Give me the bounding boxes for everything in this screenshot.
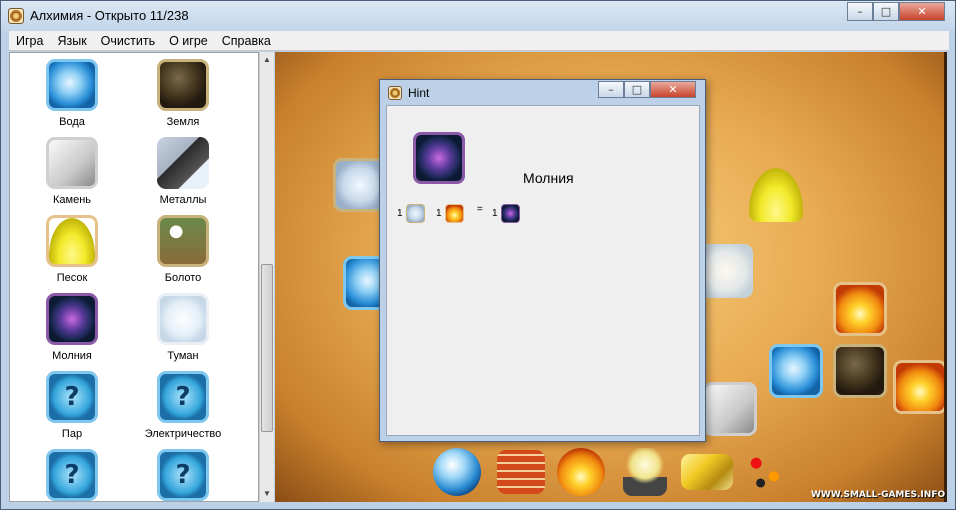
lightning-icon [413, 132, 465, 184]
hint-close-button[interactable]: ✕ [650, 81, 696, 98]
hint-app-icon [388, 86, 402, 100]
sidebar-element[interactable] [128, 443, 238, 501]
earth-icon [157, 59, 209, 111]
sidebar-element[interactable]: Вода [17, 53, 127, 131]
scroll-up-arrow-icon[interactable]: ▲ [260, 52, 274, 68]
sidebar-element[interactable]: Пар [17, 365, 127, 443]
menu-game[interactable]: Игра [9, 31, 50, 50]
ingredient-count: 1 [436, 208, 442, 219]
unknown-question-icon [157, 449, 209, 501]
app-window: Алхимия - Открыто 11/238 – □ ✕ Игра Язык… [0, 0, 956, 510]
element-label: Камень [52, 194, 91, 206]
unknown-question-icon [46, 371, 98, 423]
air-icon [405, 204, 425, 223]
menu-bar: Игра Язык Очистить О игре Справка [9, 31, 949, 51]
swamp-icon [157, 215, 209, 267]
hint-element-name: Молния [523, 170, 574, 186]
sidebar-element[interactable]: Электричество [128, 365, 238, 443]
lightning-icon [46, 293, 98, 345]
maximize-button[interactable]: □ [873, 2, 899, 21]
fire-icon[interactable] [833, 282, 887, 336]
lightning-icon [500, 204, 520, 223]
recipe-result: 1 [492, 204, 520, 223]
minimize-button[interactable]: – [847, 2, 873, 21]
hint-maximize-button[interactable]: □ [624, 81, 650, 98]
sidebar-element[interactable] [17, 443, 127, 501]
unknown-question-icon [46, 449, 98, 501]
element-label: Молния [52, 350, 92, 362]
sand-icon[interactable] [749, 168, 803, 222]
element-label: Электричество [144, 428, 222, 440]
sidebar-element[interactable]: Молния [17, 287, 127, 365]
menu-language[interactable]: Язык [50, 31, 93, 50]
sidebar-element[interactable]: Болото [128, 209, 238, 287]
hint-body: Молния 1 1 = 1 [386, 105, 700, 436]
recipe-ingredient: 1 [436, 204, 464, 223]
scrollbar-thumb[interactable] [261, 264, 273, 432]
element-label: Пар [61, 428, 83, 440]
menu-clear[interactable]: Очистить [94, 31, 162, 50]
light-bulb-icon[interactable] [623, 448, 667, 496]
fire-icon [444, 204, 464, 223]
sidebar-element[interactable]: Земля [128, 53, 238, 131]
scroll-down-arrow-icon[interactable]: ▼ [260, 486, 274, 502]
metals-icon [157, 137, 209, 189]
equals-sign: = [477, 204, 483, 215]
recipe-equals: = [477, 204, 483, 215]
sidebar-scrollbar[interactable]: ▲ ▼ [259, 52, 274, 502]
element-label: Земля [166, 116, 200, 128]
fog-icon[interactable] [699, 244, 753, 298]
molecule-icon[interactable] [743, 450, 787, 494]
element-label: Металлы [159, 194, 207, 206]
watermark: WWW.SMALL-GAMES.INFO [811, 490, 946, 500]
earth-icon[interactable] [833, 344, 887, 398]
element-label: Туман [167, 350, 199, 362]
app-icon [8, 8, 24, 24]
result-count: 1 [492, 208, 498, 219]
sand-icon [46, 215, 98, 267]
gold-bars-icon[interactable] [681, 454, 733, 490]
stone-icon [46, 137, 98, 189]
water-drop-icon[interactable] [769, 344, 823, 398]
recipe-ingredient: 1 [397, 204, 425, 223]
window-title: Алхимия - Открыто 11/238 [30, 8, 189, 23]
element-label: Болото [164, 272, 202, 284]
menu-about[interactable]: О игре [162, 31, 215, 50]
close-button[interactable]: ✕ [899, 2, 945, 21]
hint-dialog: Hint – □ ✕ Молния 1 1 = 1 [379, 79, 706, 442]
water-fire-icon[interactable] [557, 448, 605, 496]
menu-help[interactable]: Справка [215, 31, 278, 50]
ingredient-count: 1 [397, 208, 403, 219]
title-bar[interactable]: Алхимия - Открыто 11/238 – □ ✕ [1, 1, 955, 31]
fire-icon[interactable] [893, 360, 944, 414]
hint-title: Hint [408, 86, 430, 100]
sidebar-element[interactable]: Песок [17, 209, 127, 287]
stone-icon[interactable] [703, 382, 757, 436]
sidebar-element[interactable]: Металлы [128, 131, 238, 209]
element-label: Вода [59, 116, 85, 128]
hint-minimize-button[interactable]: – [598, 81, 624, 98]
glass-sphere-icon[interactable] [433, 448, 481, 496]
sidebar-element[interactable]: Камень [17, 131, 127, 209]
unknown-question-icon [157, 371, 209, 423]
water-drop-icon [46, 59, 98, 111]
elements-sidebar: Вода Земля Камень Металлы Песок Болото М… [9, 52, 259, 502]
element-label: Песок [56, 272, 88, 284]
bricks-icon[interactable] [497, 450, 545, 494]
fog-icon [157, 293, 209, 345]
sidebar-element[interactable]: Туман [128, 287, 238, 365]
